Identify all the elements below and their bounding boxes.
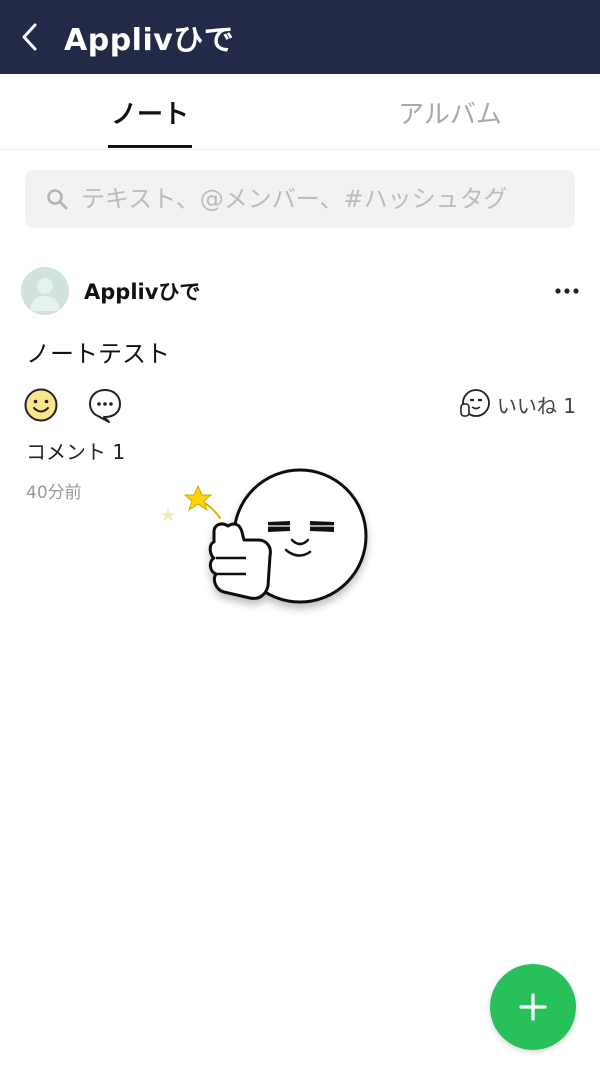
tab-album[interactable]: アルバム [300,74,600,150]
post-author[interactable]: Applivひで [84,276,200,306]
comment-button[interactable] [86,386,124,424]
sticker-face-icon [460,389,490,417]
user-silhouette-icon [30,278,60,311]
plus-icon [519,993,547,1021]
post-text: ノートテスト [26,340,170,368]
search-icon [47,189,68,210]
chat-bubble-icon [89,389,121,423]
react-button[interactable] [22,386,60,424]
active-tab-indicator [108,145,192,148]
more-button[interactable] [547,276,587,306]
tab-bar: ノート アルバム [0,74,600,150]
comment-count[interactable]: コメント 1 [26,436,125,465]
thumbs-up-sticker [161,468,368,604]
back-button[interactable] [0,0,60,74]
add-note-button[interactable] [490,964,576,1050]
like-summary[interactable]: いいね 1 [457,386,576,422]
like-count: いいね 1 [496,393,576,418]
search-bar[interactable] [25,170,575,228]
page-title: Applivひで [64,23,235,58]
more-horizontal-icon [555,288,579,294]
chevron-left-icon [22,23,37,51]
avatar[interactable] [21,267,69,315]
app-header: Applivひで [0,0,600,74]
post-time: 40分前 [26,483,82,503]
search-input[interactable] [81,185,561,213]
tab-note[interactable]: ノート [0,74,300,150]
smiley-icon [24,388,58,422]
